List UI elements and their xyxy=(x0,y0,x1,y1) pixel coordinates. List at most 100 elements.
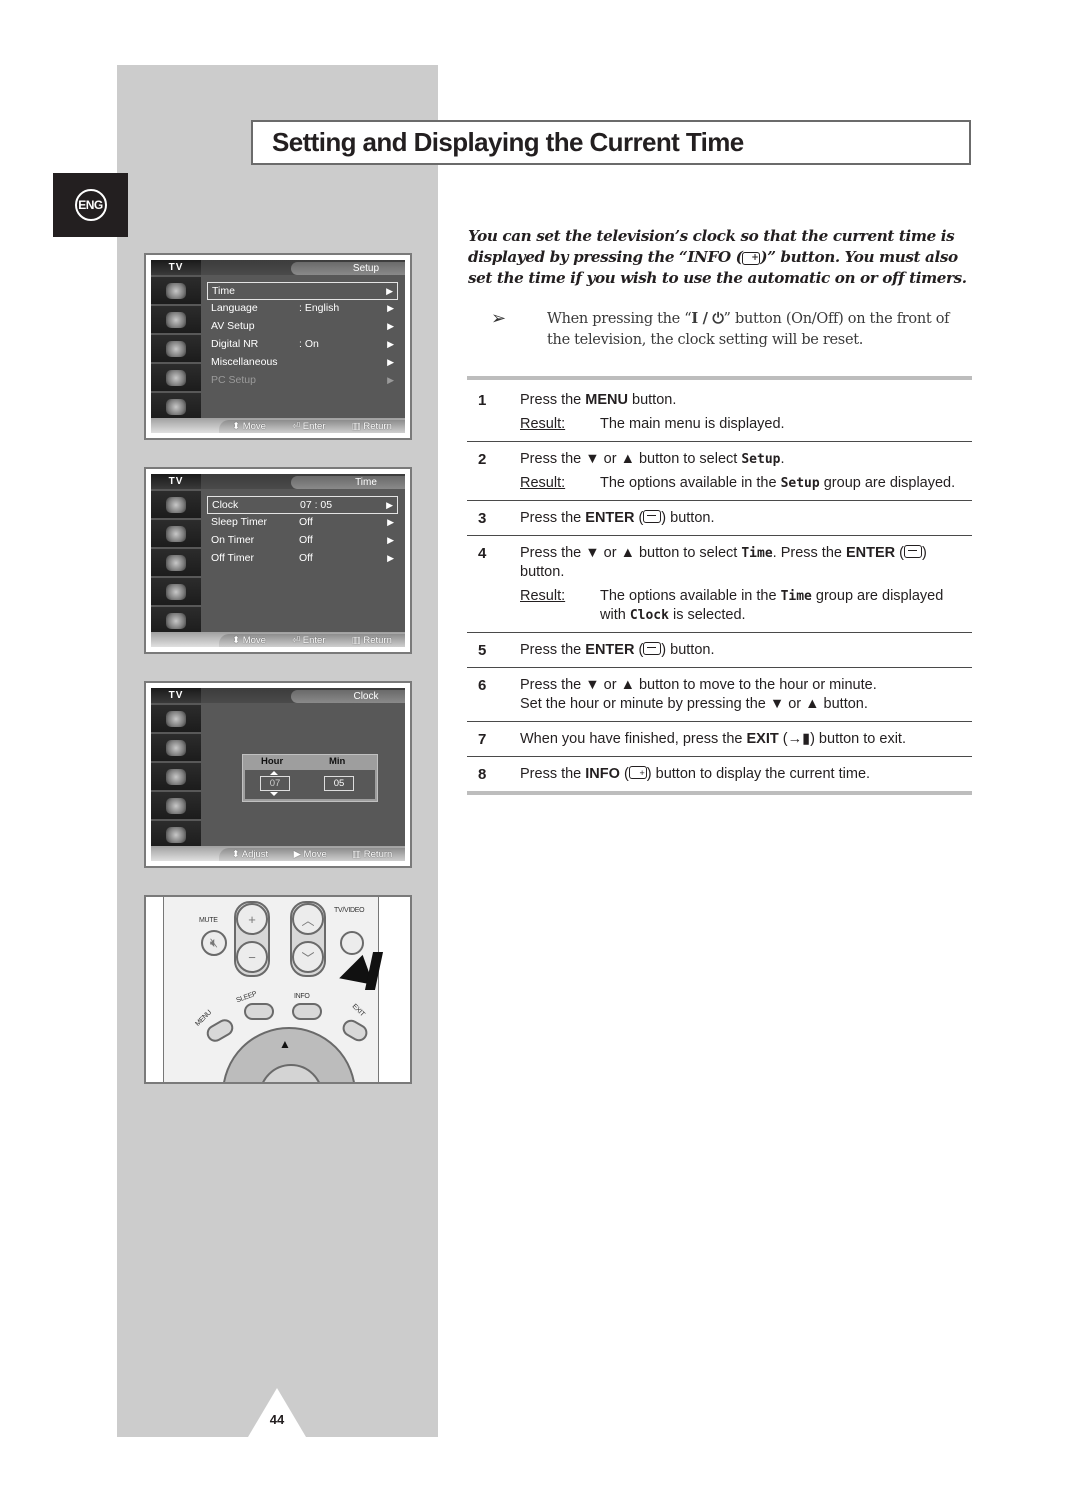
osd-menu-item[interactable]: Sleep Timer Off ▶ xyxy=(207,514,398,532)
menu-button[interactable] xyxy=(203,1016,237,1045)
step-number: 8 xyxy=(478,766,487,783)
step-row: 5 Press the ENTER () button. xyxy=(467,632,972,667)
tv-video-button[interactable] xyxy=(340,931,364,955)
osd-title: Time xyxy=(291,476,405,489)
dpad-center-button[interactable] xyxy=(259,1064,323,1082)
step-row: 7 When you have finished, press the EXIT… xyxy=(467,721,972,756)
channel-up-button[interactable]: ︿ xyxy=(292,903,324,935)
picture-icon xyxy=(151,520,201,547)
arrow-right-icon: ▶ xyxy=(387,357,394,367)
picture-icon xyxy=(151,306,201,333)
footer-return: Return xyxy=(363,421,392,432)
osd-screen-clock: TV Clock Hour Min 07 05 ⬍ Adjust ▶ Move … xyxy=(144,681,412,868)
channel-icon xyxy=(151,578,201,605)
dpad[interactable]: ▲ xyxy=(222,1027,356,1082)
osd-item-label: Clock xyxy=(212,499,239,511)
volume-down-button[interactable]: − xyxy=(236,941,268,973)
step-text: Press the ▼ or ▲ button to move to the h… xyxy=(520,677,877,693)
hour-up-icon[interactable] xyxy=(270,771,278,775)
info-button[interactable] xyxy=(292,1003,322,1020)
menu-icon: ▥ xyxy=(352,849,362,860)
step-row: 8 Press the INFO () button to display th… xyxy=(467,756,972,791)
exit-label: EXIT xyxy=(350,1002,366,1019)
min-label: Min xyxy=(329,756,346,767)
osd-menu-item[interactable]: Digital NR : On ▶ xyxy=(207,336,398,354)
osd-menu-item[interactable]: Time ▶ xyxy=(207,282,398,300)
osd-sidebar xyxy=(151,491,201,635)
osd-item-label: Digital NR xyxy=(211,338,259,350)
info-icon xyxy=(628,764,647,783)
step-number: 3 xyxy=(478,510,487,527)
hour-field[interactable]: 07 xyxy=(260,776,290,791)
step-number: 4 xyxy=(478,545,487,562)
clock-setter: Hour Min 07 05 xyxy=(242,754,378,802)
step-number: 2 xyxy=(478,451,487,468)
step-row: 6 Press the ▼ or ▲ button to move to the… xyxy=(467,667,972,721)
step-number: 1 xyxy=(478,392,487,409)
arrow-right-icon: ▶ xyxy=(387,321,394,331)
step-row: 2 Press the ▼ or ▲ button to select Setu… xyxy=(467,441,972,500)
enter-icon xyxy=(643,642,662,655)
hour-down-icon[interactable] xyxy=(270,792,278,796)
setup-icon xyxy=(151,393,201,420)
footer-move: Move xyxy=(242,635,266,646)
input-icon xyxy=(151,491,201,518)
picture-icon xyxy=(151,734,201,761)
updown-icon: ⬍ xyxy=(231,849,240,860)
osd-menu-item[interactable]: Clock 07 : 05 ▶ xyxy=(207,496,398,514)
osd-menu-item[interactable]: Off Timer Off ▶ xyxy=(207,550,398,568)
osd-item-value: : On xyxy=(299,338,319,350)
right-arrow-icon: ▶ xyxy=(293,849,301,860)
channel-down-button[interactable]: ﹀ xyxy=(292,941,324,973)
footer-return: Return xyxy=(363,849,393,860)
osd-menu-item[interactable]: AV Setup ▶ xyxy=(207,318,398,336)
time-keyword: Time xyxy=(741,546,773,561)
result-label: Result: xyxy=(520,416,566,432)
note-text-1: When pressing the “ xyxy=(547,311,692,327)
arrow-right-icon: ▶ xyxy=(386,500,393,510)
enter-icon xyxy=(643,510,662,523)
arrow-right-icon: ▶ xyxy=(386,286,393,296)
setup-keyword: Setup xyxy=(741,452,781,467)
footer-enter: Enter xyxy=(302,635,326,646)
osd-footer: ⬍ Move ⏎ Enter ▥ Return xyxy=(219,634,405,647)
mute-button[interactable]: 🔇︎ xyxy=(201,930,227,956)
osd-item-label: PC Setup xyxy=(211,374,256,386)
page-title: Setting and Displaying the Current Time xyxy=(272,127,744,157)
sound-icon xyxy=(151,335,201,362)
footer-return: Return xyxy=(363,635,392,646)
sound-icon xyxy=(151,763,201,790)
osd-menu-item[interactable]: On Timer Off ▶ xyxy=(207,532,398,550)
arrow-right-icon: ▶ xyxy=(387,339,394,349)
info-label: INFO xyxy=(294,993,310,1000)
osd-item-value: 07 : 05 xyxy=(300,499,333,511)
footer-enter: Enter xyxy=(302,421,326,432)
title-box: Setting and Displaying the Current Time xyxy=(251,120,971,165)
step-row: 3 Press the ENTER () button. xyxy=(467,500,972,535)
osd-menu-item[interactable]: Miscellaneous ▶ xyxy=(207,354,398,372)
step-text: Set the hour or minute by pressing the ▼… xyxy=(520,696,868,712)
osd-item-value: Off xyxy=(299,516,313,528)
enter-icon xyxy=(904,545,923,558)
min-field[interactable]: 05 xyxy=(324,776,354,791)
enter-key-label: ENTER xyxy=(585,642,635,658)
arrow-right-icon: ▶ xyxy=(387,535,394,545)
channel-icon xyxy=(151,792,201,819)
enter-icon: ⏎ xyxy=(292,635,301,646)
exit-button[interactable] xyxy=(339,1016,371,1045)
note-arrow-icon: ➢ xyxy=(491,308,506,329)
info-icon: + xyxy=(742,251,761,265)
osd-item-label: Off Timer xyxy=(211,552,254,564)
steps-table: 1 Press the MENU button. Result: The main… xyxy=(467,376,972,795)
language-tab: ENG xyxy=(53,173,128,237)
page-number: 44 xyxy=(269,1412,285,1427)
sleep-button[interactable] xyxy=(244,1003,274,1020)
arrow-right-icon: ▶ xyxy=(387,553,394,563)
osd-item-label: Miscellaneous xyxy=(211,356,278,368)
enter-key-label: ENTER xyxy=(846,545,896,561)
channel-icon xyxy=(151,364,201,391)
osd-menu-item[interactable]: Language: English ▶ xyxy=(207,300,398,318)
volume-up-button[interactable]: + xyxy=(236,903,268,935)
osd-footer: ⬍ Adjust ▶ Move ▥ Return xyxy=(219,848,405,861)
arrow-right-icon: ▶ xyxy=(387,517,394,527)
